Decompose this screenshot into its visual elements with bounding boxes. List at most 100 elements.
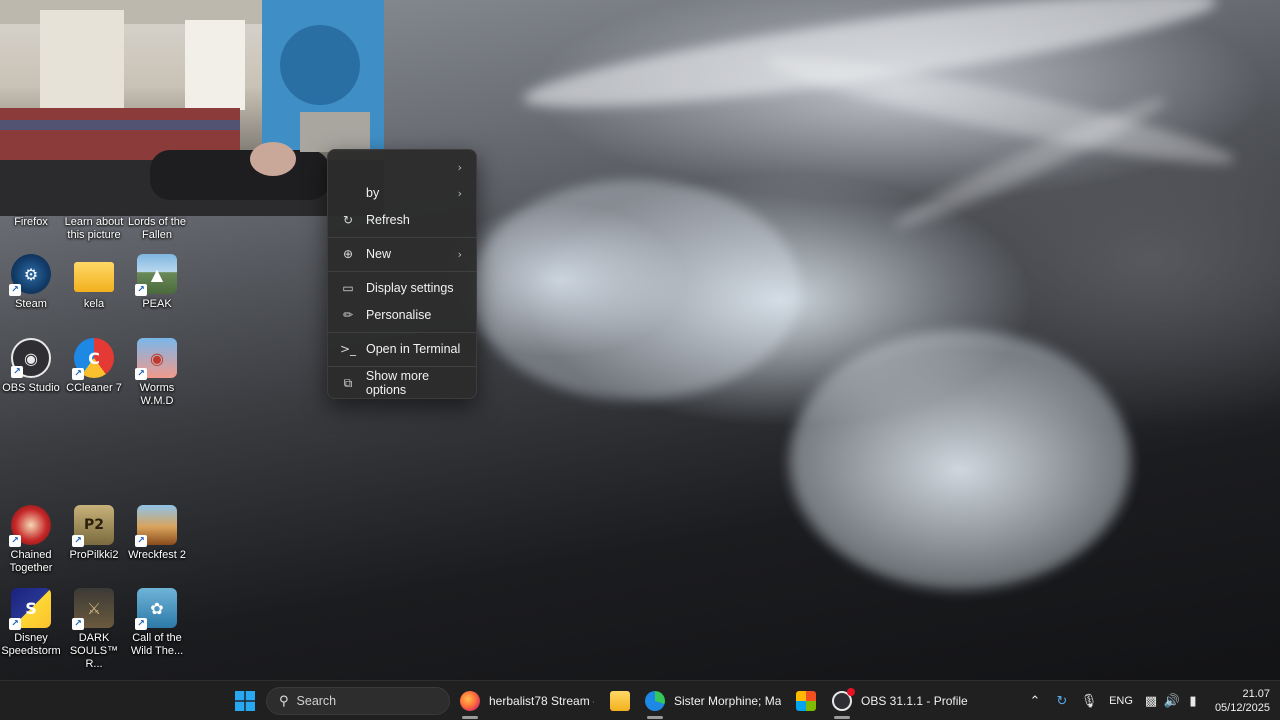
menu-item-sort-by[interactable]: by ›: [332, 179, 472, 207]
menu-item-display-settings[interactable]: ▭ Display settings: [332, 274, 472, 302]
learn-picture-icon: [74, 172, 114, 212]
obs-icon: ◉ ↗: [11, 338, 51, 378]
menu-item-label: by: [366, 186, 380, 200]
taskbar-app-store[interactable]: [794, 681, 818, 720]
desktop-icon-obs-studio[interactable]: ◉ ↗ OBS Studio: [0, 338, 62, 395]
show-hidden-icons-button[interactable]: ⌃: [1024, 681, 1046, 720]
desktop-icon-kela[interactable]: kela: [63, 254, 125, 311]
desktop-icon-label: Wreckfest 2: [128, 549, 186, 561]
desktop-icon-label: Chained Together: [9, 549, 53, 574]
firefox-icon: [11, 172, 51, 212]
menu-item-label: Refresh: [366, 213, 410, 227]
desktop-icon-label: Learn about this picture: [64, 216, 124, 241]
store-icon: [796, 691, 816, 711]
menu-item-show-more-options[interactable]: ⧉ Show more options: [332, 369, 472, 397]
start-button[interactable]: [232, 681, 258, 720]
desktop-icon-label: Steam: [15, 298, 47, 310]
sort-icon: [340, 185, 356, 201]
menu-separator: [328, 271, 476, 272]
language-indicator[interactable]: ENG: [1106, 681, 1136, 720]
menu-item-view[interactable]: ›: [332, 153, 472, 181]
shortcut-arrow-icon: ↗: [9, 535, 21, 547]
shortcut-arrow-icon: ↗: [72, 535, 84, 547]
desktop-icon-firefox[interactable]: Firefox: [0, 172, 62, 229]
shortcut-arrow-icon: ↗: [135, 284, 147, 296]
desktop-icon-learn-picture[interactable]: Learn about this picture: [63, 172, 125, 242]
search-icon: ⚲: [279, 693, 289, 709]
desktop-icon-disney-speedstorm[interactable]: S ↗ Disney Speedstorm: [0, 588, 62, 658]
more-options-icon: ⧉: [343, 375, 353, 390]
desktop-icon-peak[interactable]: ▲ ↗ PEAK: [126, 254, 188, 311]
obs-icon: [832, 688, 855, 711]
menu-item-label: Open in Terminal: [366, 342, 461, 356]
taskbar-app-label: OBS 31.1.1 - Profile: Unti: [861, 694, 968, 708]
desktop-icon-call-of-the-wild[interactable]: ✿ ↗ Call of the Wild The...: [126, 588, 188, 658]
refresh-icon: ↻: [342, 213, 354, 227]
taskbar-app-label: Sister Morphine; Marian: [674, 694, 781, 708]
menu-item-label: Personalise: [366, 308, 432, 322]
menu-item-new[interactable]: ⊕ New ›: [332, 240, 472, 268]
shortcut-arrow-icon: ↗: [72, 368, 84, 380]
clock-date: 05/12/2025: [1214, 702, 1270, 714]
network-icon[interactable]: ▩: [1140, 681, 1162, 720]
menu-separator: [328, 366, 476, 367]
taskbar-search-box[interactable]: ⚲ Search: [266, 687, 450, 715]
search-label: Search: [296, 694, 337, 708]
new-icon: ⊕: [342, 247, 354, 261]
terminal-icon: >_: [339, 342, 357, 356]
steam-icon: ⚙ ↗: [9, 254, 51, 296]
taskbar-app-firefox[interactable]: herbalist78 Stream - Wa: [460, 681, 594, 720]
menu-item-personalise[interactable]: ✏ Personalise: [332, 301, 472, 329]
sync-icon[interactable]: ↻: [1051, 681, 1073, 720]
desktop-icon-label: OBS Studio: [2, 382, 60, 394]
desktop-icon-label: DARK SOULS™ R...: [69, 632, 119, 670]
desktop-icon-dark-souls[interactable]: ⚔ ↗ DARK SOULS™ R...: [63, 588, 125, 671]
volume-icon[interactable]: 🔊: [1161, 681, 1183, 720]
shortcut-arrow-icon: ↗: [11, 366, 23, 378]
shortcut-arrow-icon: ↗: [135, 368, 147, 380]
menu-item-label: Show more options: [365, 369, 430, 397]
peak-icon: ▲ ↗: [135, 254, 177, 296]
menu-separator: [328, 332, 476, 333]
taskbar-app-obs[interactable]: OBS 31.1.1 - Profile: Unti: [832, 681, 968, 720]
propilkki-icon: P2 ↗: [72, 505, 114, 547]
desktop-icon-chained-together[interactable]: ↗ Chained Together: [0, 505, 62, 575]
desktop-icon-ccleaner[interactable]: C ↗ CCleaner 7: [63, 338, 125, 395]
desktop-icon-steam[interactable]: ⚙ ↗ Steam: [0, 254, 62, 311]
battery-icon[interactable]: ▮: [1182, 681, 1204, 720]
chevron-right-icon: ›: [457, 160, 462, 174]
edge-icon: [645, 691, 665, 711]
call-of-the-wild-icon: ✿ ↗: [135, 588, 177, 630]
shortcut-arrow-icon: ↗: [135, 618, 147, 630]
shortcut-arrow-icon: ↗: [135, 535, 147, 547]
chevron-right-icon: ›: [457, 247, 462, 261]
firefox-icon: [460, 691, 480, 711]
desktop-context-menu: › by › ↻ Refresh ⊕ New › ▭ Display setti…: [327, 149, 477, 399]
desktop-icon-label: Call of the Wild The...: [130, 632, 184, 657]
desktop-icon-worms[interactable]: ◉ ↗ Worms W.M.D: [126, 338, 188, 408]
folder-icon: [74, 262, 114, 292]
shortcut-arrow-icon: ↗: [9, 284, 21, 296]
running-indicator: [834, 716, 850, 719]
taskbar-app-label: herbalist78 Stream - Wa: [489, 694, 594, 708]
desktop-icon-wreckfest2[interactable]: ↗ Wreckfest 2: [126, 505, 188, 562]
chained-together-icon: ↗: [9, 505, 51, 547]
menu-item-open-terminal[interactable]: >_ Open in Terminal: [332, 335, 472, 363]
microphone-icon[interactable]: 🎙: [1078, 681, 1100, 720]
taskbar-app-edge[interactable]: Sister Morphine; Marian: [645, 681, 781, 720]
worms-icon: ◉ ↗: [135, 338, 177, 380]
disney-speedstorm-icon: S ↗: [9, 588, 51, 630]
ccleaner-icon: C ↗: [72, 338, 114, 380]
desktop-icon-lords-fallen[interactable]: Lords of the Fallen: [126, 172, 188, 242]
display-icon: ▭: [342, 281, 354, 295]
file-explorer-icon: [610, 691, 630, 711]
taskbar: ⚲ Search herbalist78 Stream - Wa Sister …: [0, 680, 1280, 720]
brush-icon: ✏: [342, 308, 354, 322]
taskbar-app-file-explorer[interactable]: [607, 681, 633, 720]
desktop-icon-label: Disney Speedstorm: [1, 632, 61, 657]
lords-fallen-icon: [137, 172, 177, 212]
taskbar-clock[interactable]: 21.07 05/12/2025: [1206, 681, 1270, 720]
desktop-icon-label: Firefox: [14, 216, 48, 228]
desktop-icon-propilkki2[interactable]: P2 ↗ ProPilkki2: [63, 505, 125, 562]
menu-item-refresh[interactable]: ↻ Refresh: [332, 206, 472, 234]
